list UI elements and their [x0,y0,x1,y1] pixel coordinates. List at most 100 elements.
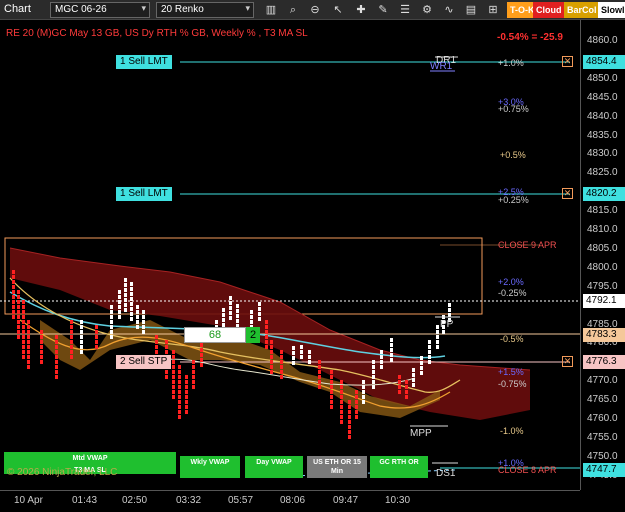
bear-brick [200,343,203,347]
bear-brick [40,355,43,359]
bear-brick [405,385,408,389]
bar-type-selector[interactable]: 20 Renko ▾ [156,2,254,18]
close-icon[interactable]: ✕ [562,356,573,367]
price-axis[interactable]: 4860.04855.04850.04845.04840.04835.04830… [580,20,625,490]
chart-trader-icon[interactable]: ⊞ [486,3,500,17]
bull-brick [236,314,239,318]
sell-stop-order[interactable]: 2 Sell STP [116,355,172,369]
bear-brick [348,420,351,424]
properties-icon[interactable]: ☰ [398,3,412,17]
position-pnl-box[interactable]: 68 [184,327,246,343]
pct-label: +1.0% [498,58,524,68]
indicators-icon[interactable]: ∿ [442,3,456,17]
bear-brick [280,375,283,379]
bear-brick [22,320,25,324]
pct-label: +2.0% [498,277,524,287]
wkly-vwap-box[interactable]: Wkly VWAP [180,456,240,478]
bear-brick [70,320,73,324]
zoom-icon[interactable]: ⌕ [286,3,300,17]
bull-brick [130,292,133,296]
bear-brick [70,350,73,354]
bull-brick [130,302,133,306]
bear-brick [55,360,58,364]
bear-brick [200,363,203,367]
zoom-out-icon[interactable]: ⊖ [308,3,322,17]
bull-brick [80,320,83,324]
bull-brick [124,303,127,307]
price-chart[interactable] [0,20,580,490]
price-tick: 4815.0 [587,205,618,217]
position-count[interactable]: 2 [246,327,260,343]
bear-brick [172,390,175,394]
chart-panel[interactable]: RE 20 (M)GC May 13 GB, US Dy RTH % GB, W… [0,20,580,490]
bear-brick [172,380,175,384]
sell-limit-order-2[interactable]: 1 Sell LMT [116,187,172,201]
us-eth-or-box[interactable]: US ETH OR 15 Min [307,456,367,478]
close-icon[interactable]: ✕ [562,188,573,199]
bull-brick [436,325,439,329]
price-tag: 4783.3 [583,328,625,342]
bear-brick [178,385,181,389]
crosshair-icon[interactable]: ✚ [354,3,368,17]
price-tick: 4810.0 [587,224,618,235]
barcol-button[interactable]: BarCol [564,2,600,18]
drawing-tools-icon[interactable]: ✎ [376,3,390,17]
draw-tool-icon[interactable]: ↖ [331,3,345,17]
slowl-button[interactable]: Slowl [598,2,625,18]
bear-brick [27,340,30,344]
day-vwap-box[interactable]: Day VWAP [245,456,303,478]
templates-icon[interactable]: ▤ [464,3,478,17]
vwap-label: US ETH OR 15 [313,459,361,466]
strategies-icon[interactable]: ⚙ [420,3,434,17]
bear-brick [55,365,58,369]
sell-limit-order-1[interactable]: 1 Sell LMT [116,55,172,69]
chart-style-icon[interactable]: ▥ [264,3,278,17]
mpp-label: MPP [410,428,432,439]
price-tag: 4854.4 [583,55,625,69]
bull-brick [258,317,261,321]
bull-brick [130,287,133,291]
bull-brick [420,371,423,375]
bull-brick [362,390,365,394]
cloud-button[interactable]: Cloud [533,2,565,18]
bear-brick [340,420,343,424]
bear-brick [265,340,268,344]
bear-brick [27,365,30,369]
price-tick: 4840.0 [587,110,618,122]
bear-brick [178,410,181,414]
bull-brick [448,303,451,307]
close-9apr-label: CLOSE 9 APR [498,240,557,250]
pct-label: -0.25% [498,288,527,298]
bear-brick [55,345,58,349]
pct-label: +1.5% [498,367,524,377]
bear-brick [40,335,43,339]
bull-brick [110,325,113,329]
gc-rth-or-box[interactable]: GC RTH OR [370,456,428,478]
bear-brick [155,340,158,344]
bull-brick [236,309,239,313]
bull-brick [292,361,295,365]
close-icon[interactable]: ✕ [562,56,573,67]
bear-brick [40,350,43,354]
vwap-sublabel: Min [330,468,344,475]
instrument-selector[interactable]: MGC 06-26 ▾ [50,2,150,18]
bull-brick [80,350,83,354]
price-tick: 4805.0 [587,242,618,254]
bear-brick [165,340,168,344]
bear-brick [192,385,195,389]
bull-brick [222,313,225,317]
time-axis[interactable]: 10 Apr 01:43 02:50 03:32 05:57 08:06 09:… [0,490,580,512]
bull-brick [142,330,145,334]
bear-brick [405,390,408,394]
bear-brick [270,340,273,344]
bear-brick [265,345,268,349]
pct-label: -0.75% [498,379,527,389]
bear-brick [318,370,321,374]
bull-brick [362,385,365,389]
bull-brick [372,385,375,389]
bull-brick [118,310,121,314]
bull-brick [130,312,133,316]
bear-brick [172,395,175,399]
bull-brick [448,313,451,317]
bear-brick [95,335,98,339]
